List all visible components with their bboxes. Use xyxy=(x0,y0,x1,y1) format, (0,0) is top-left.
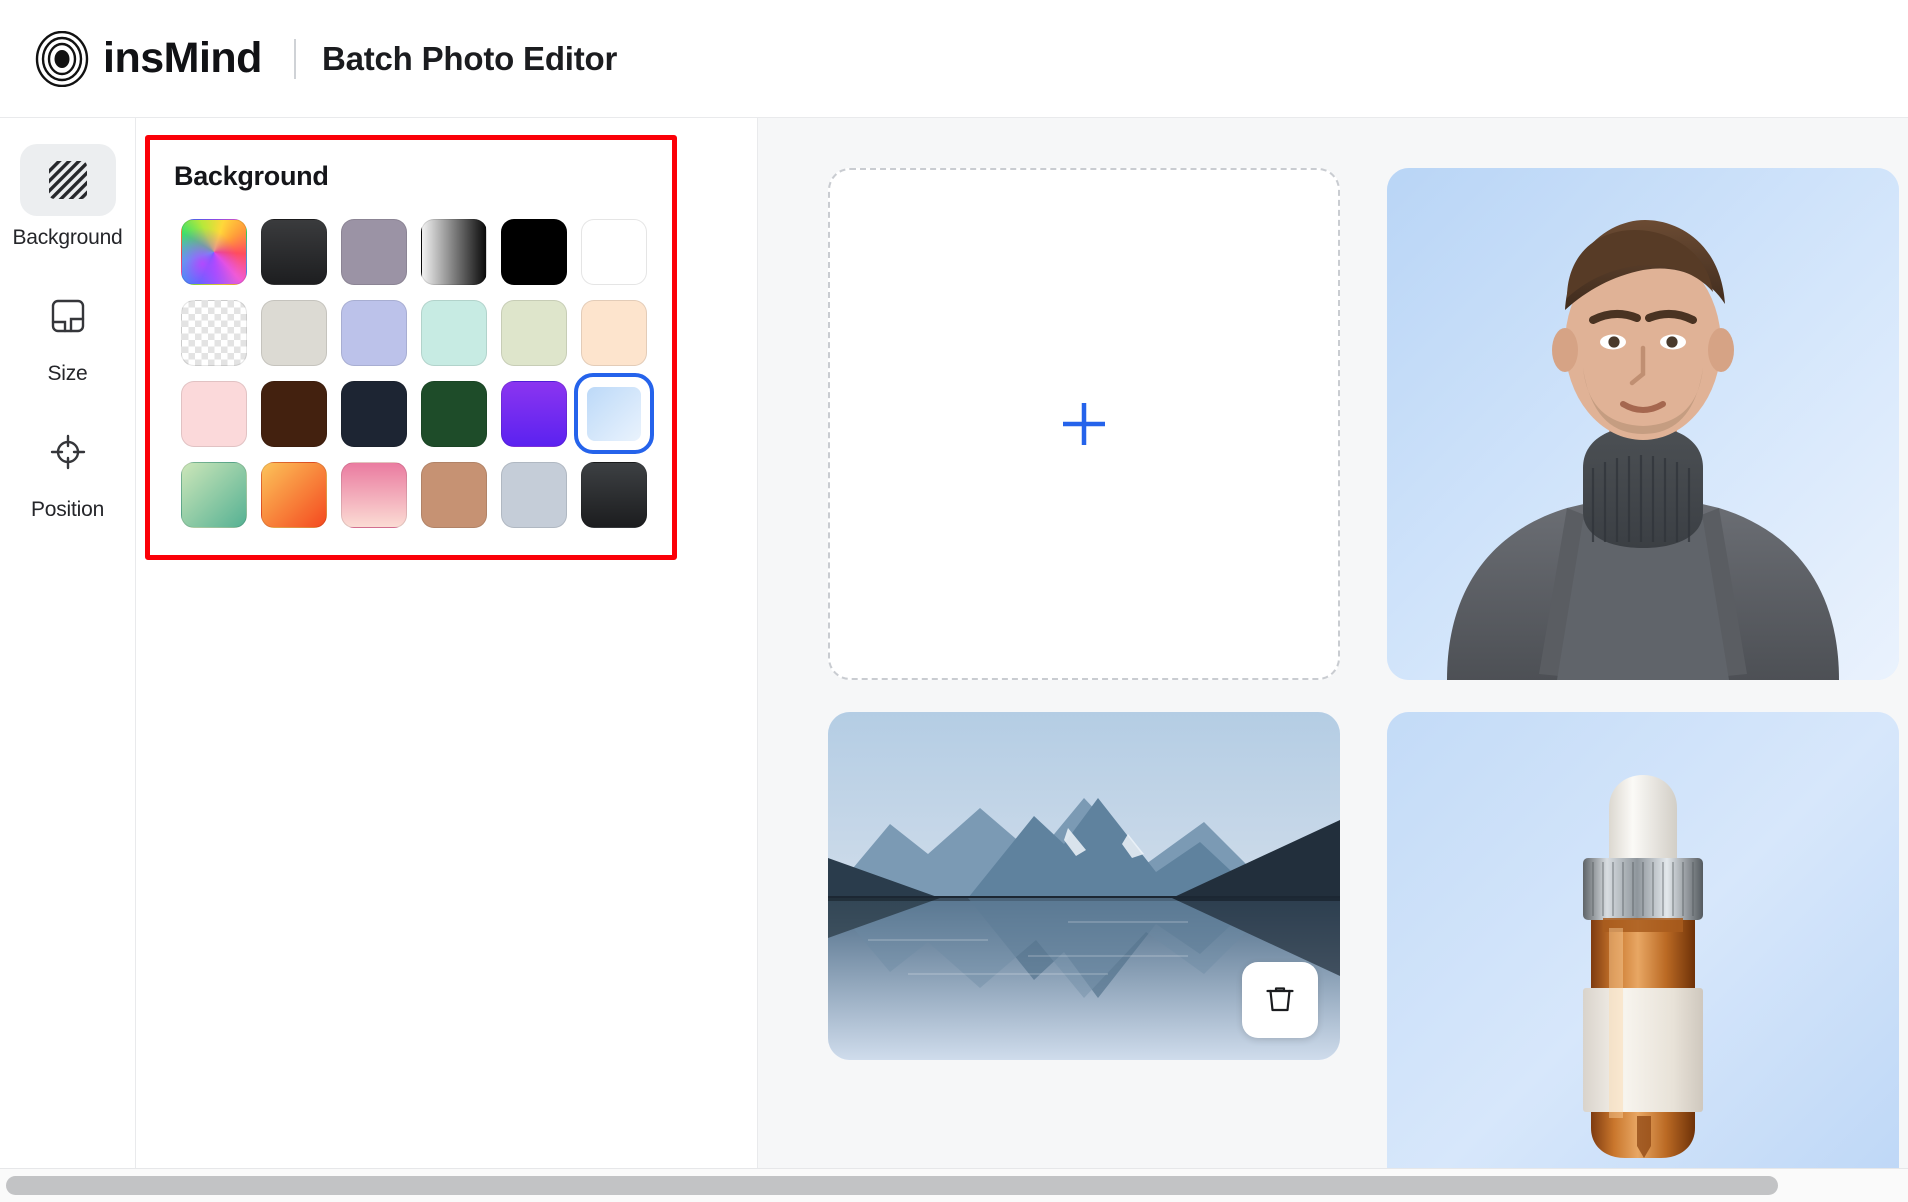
swatch-dark-coffee-brown[interactable] xyxy=(254,373,334,454)
swatch-pale-blue-grey[interactable] xyxy=(494,454,574,535)
swatch-chip xyxy=(501,299,567,366)
swatch-chip xyxy=(581,299,647,366)
sidebar-item-label: Position xyxy=(30,498,105,521)
swatch-chip xyxy=(181,461,247,528)
add-image-button[interactable] xyxy=(828,168,1340,680)
swatch-charcoal-gradient[interactable] xyxy=(574,454,654,535)
swatch-pale-mint[interactable] xyxy=(414,292,494,373)
plus-icon xyxy=(1056,396,1112,452)
diagonal-stripes-icon xyxy=(19,144,116,216)
swatch-chip xyxy=(501,461,567,528)
workspace: Background Size Position Background xyxy=(0,118,1908,1201)
sidebar-item-label: Size xyxy=(47,362,88,385)
swatch-muted-mauve[interactable] xyxy=(334,211,414,292)
thumbnail-image-frame xyxy=(1387,168,1899,680)
swatch-periwinkle-lavender[interactable] xyxy=(334,292,414,373)
swatch-chip xyxy=(341,380,407,447)
swatch-chip xyxy=(581,461,647,528)
resize-frame-icon xyxy=(20,280,116,352)
swatch-chip xyxy=(341,461,407,528)
app-header: insMind Batch Photo Editor xyxy=(0,0,1908,118)
trash-icon xyxy=(1263,982,1297,1019)
swatch-pink-blush-gradient[interactable] xyxy=(334,454,414,535)
swatch-forest-green[interactable] xyxy=(414,373,494,454)
sidebar-item-position[interactable]: Position xyxy=(0,416,135,522)
sidebar-item-label: Background xyxy=(12,226,123,249)
thumbnail-dropper-bottle[interactable] xyxy=(1387,712,1899,1201)
swatch-mint-green-gradient[interactable] xyxy=(174,454,254,535)
swatch-chip xyxy=(341,299,407,366)
settings-panel: Background xyxy=(136,118,758,1201)
swatch-chip xyxy=(585,384,643,443)
swatch-blush-pink[interactable] xyxy=(174,373,254,454)
swatch-chip xyxy=(501,218,567,285)
swatch-chip xyxy=(181,299,247,366)
tool-rail: Background Size Position xyxy=(0,118,136,1201)
swatch-orange-sunset-gradient[interactable] xyxy=(254,454,334,535)
background-swatch-grid xyxy=(174,211,654,535)
swatch-light-warm-grey[interactable] xyxy=(254,292,334,373)
thumbnail-portrait-man[interactable] xyxy=(1387,168,1899,680)
swatch-light-blue-gradient-selected[interactable] xyxy=(574,373,654,454)
swatch-chip xyxy=(421,380,487,447)
swatch-pale-sage[interactable] xyxy=(494,292,574,373)
sidebar-item-background[interactable]: Background xyxy=(0,144,135,250)
swatch-chip xyxy=(261,380,327,447)
brand-lockup[interactable]: insMind xyxy=(34,30,262,87)
thumbnail-mountain-lake[interactable] xyxy=(828,712,1340,1201)
swatch-chip xyxy=(421,299,487,366)
swatch-chip xyxy=(181,380,247,447)
crosshair-target-icon xyxy=(20,416,116,488)
image-canvas-area xyxy=(758,118,1908,1201)
background-section-title: Background xyxy=(174,161,329,191)
swatch-soft-peach-cream[interactable] xyxy=(574,292,654,373)
delete-image-button[interactable] xyxy=(1242,962,1318,1038)
horizontal-scrollbar-thumb[interactable] xyxy=(6,1176,1778,1195)
header-divider xyxy=(293,38,296,79)
thumbnail-image-frame xyxy=(828,712,1340,1060)
swatch-black[interactable] xyxy=(494,211,574,292)
thumbnail-image-frame xyxy=(1387,712,1899,1201)
swatch-dark-charcoal-gradient[interactable] xyxy=(254,211,334,292)
upload-card-wrapper xyxy=(828,168,1340,680)
concentric-circles-logo-icon xyxy=(34,30,90,87)
brand-name: insMind xyxy=(103,34,262,82)
swatch-white-to-black-gradient[interactable] xyxy=(414,211,494,292)
swatch-chip xyxy=(261,218,327,285)
swatch-chip xyxy=(421,218,487,285)
horizontal-scrollbar[interactable] xyxy=(0,1168,1908,1202)
swatch-white[interactable] xyxy=(574,211,654,292)
page-title: Batch Photo Editor xyxy=(321,39,618,77)
swatch-tan-caramel[interactable] xyxy=(414,454,494,535)
swatch-chip xyxy=(261,461,327,528)
image-grid xyxy=(828,168,1908,1201)
swatch-chip xyxy=(501,380,567,447)
swatch-chip xyxy=(341,218,407,285)
swatch-deep-navy-charcoal[interactable] xyxy=(334,373,414,454)
sidebar-item-size[interactable]: Size xyxy=(0,280,135,386)
swatch-chip xyxy=(181,218,247,285)
swatch-chip xyxy=(261,299,327,366)
swatch-vivid-purple-gradient[interactable] xyxy=(494,373,574,454)
swatch-chip xyxy=(421,461,487,528)
swatch-transparent-checkerboard[interactable] xyxy=(174,292,254,373)
background-section-highlight: Background xyxy=(145,135,677,560)
swatch-color-picker-rainbow[interactable] xyxy=(174,211,254,292)
swatch-chip xyxy=(581,218,647,285)
